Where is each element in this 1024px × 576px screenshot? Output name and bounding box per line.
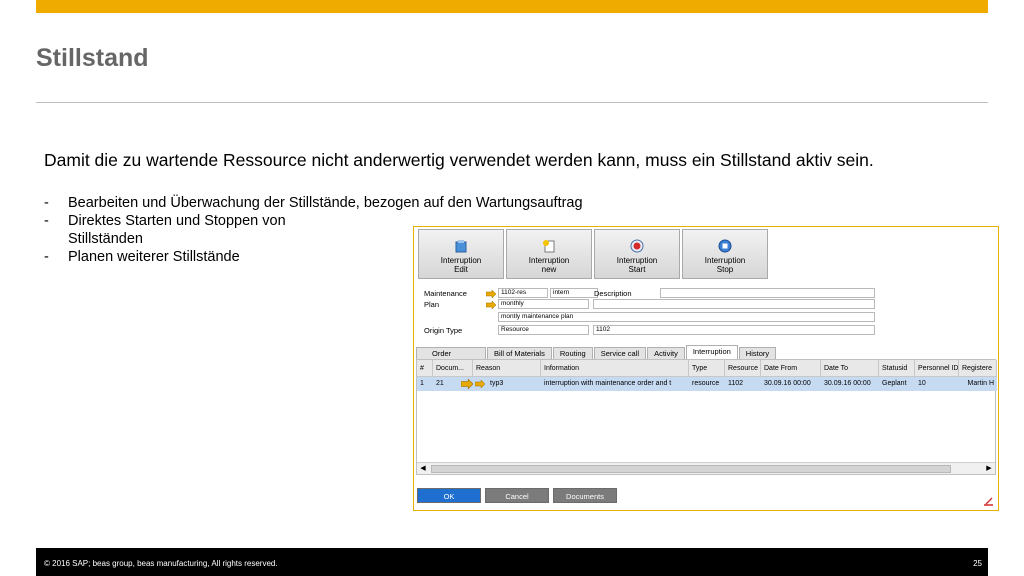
interruption-edit-button[interactable]: Interruption Edit — [418, 229, 504, 279]
scrollbar-thumb[interactable] — [431, 465, 951, 473]
dialog-buttons: OK Cancel Documents — [417, 488, 617, 503]
interruption-new-button[interactable]: Interruption new — [506, 229, 592, 279]
description-label: Description — [594, 289, 632, 298]
plan-extra-field[interactable] — [593, 299, 875, 309]
plan-field[interactable]: monthly — [498, 299, 589, 309]
cancel-button[interactable]: Cancel — [485, 488, 549, 503]
bullet-marker: - — [44, 249, 49, 265]
toolbar: Interruption Edit Interruption new Inter… — [418, 229, 768, 279]
slide-title: Stillstand — [36, 44, 149, 72]
resize-mark-icon — [984, 497, 993, 506]
page-number: 25 — [973, 559, 982, 568]
tab-activity[interactable]: Activity — [647, 347, 685, 359]
link-arrow-icon[interactable] — [461, 379, 473, 389]
interruption-start-button[interactable]: Interruption Start — [594, 229, 680, 279]
bullet-marker: - — [44, 195, 49, 211]
button-label: Interruption — [440, 256, 482, 265]
button-label: Interruption — [528, 256, 570, 265]
bullet-marker: - — [44, 213, 49, 229]
column-header[interactable]: Personnel ID — [915, 360, 959, 377]
top-accent-bar — [36, 0, 988, 13]
grid-cell: 30.09.16 00:00 — [764, 380, 811, 387]
scroll-left-icon[interactable]: ◀ — [418, 464, 428, 474]
interruption-stop-button[interactable]: Interruption Stop — [682, 229, 768, 279]
record-start-icon — [630, 239, 644, 253]
plan-label: Plan — [424, 300, 440, 309]
edit-doc-icon — [454, 239, 468, 253]
link-arrow-icon[interactable] — [486, 301, 496, 309]
grid-cell: interruption with maintenance order and … — [544, 380, 672, 387]
grid-cell: 10 — [918, 380, 926, 387]
plan-description-field[interactable]: montly maintenance plan — [498, 312, 875, 322]
maintenance-label: Maintenance — [424, 289, 467, 298]
stop-icon — [718, 239, 732, 253]
bullet-text: Direktes Starten und Stoppen von Stillst… — [68, 213, 286, 247]
button-label: Edit — [454, 265, 468, 274]
origin-type-field[interactable]: Resource — [498, 325, 589, 335]
description-field[interactable] — [660, 288, 875, 298]
copyright-text: © 2016 SAP; beas group, beas manufacturi… — [44, 559, 278, 568]
column-header[interactable]: # — [417, 360, 433, 377]
button-label: Start — [628, 265, 646, 274]
link-arrow-icon[interactable] — [475, 379, 485, 389]
interruption-window: Interruption Edit Interruption new Inter… — [413, 226, 999, 511]
button-label: new — [541, 265, 557, 274]
grid-cell: Martin H — [967, 380, 994, 387]
ok-button[interactable]: OK — [417, 488, 481, 503]
tab-bill-of-materials[interactable]: Bill of Materials — [487, 347, 552, 359]
interruption-grid: # Docum... Reason Information Type Resou… — [416, 359, 997, 475]
tab-interruption[interactable]: Interruption — [685, 345, 738, 359]
documents-button[interactable]: Documents — [553, 488, 617, 503]
column-header[interactable]: Statusid — [879, 360, 915, 377]
tab-order[interactable]: Order — [416, 347, 486, 359]
title-divider — [36, 102, 988, 103]
button-label: Interruption — [704, 256, 746, 265]
bullet-text: Bearbeiten und Überwachung der Stillstän… — [68, 195, 583, 211]
tab-strip: Order Bill of Materials Routing Service … — [416, 345, 996, 359]
button-label: Stop — [716, 265, 734, 274]
grid-cell: 30.09.16 00:00 — [824, 380, 871, 387]
origin-code-field[interactable]: 1102 — [593, 325, 875, 335]
bullet-item: - Bearbeiten und Überwachung der Stillst… — [44, 194, 668, 212]
column-header[interactable]: Type — [689, 360, 725, 377]
new-doc-icon — [542, 239, 556, 253]
column-header[interactable]: Docum... — [433, 360, 473, 377]
grid-cell: Geplant — [882, 380, 907, 387]
grid-cell: 21 — [436, 380, 444, 387]
maintenance-type-field[interactable]: intern — [550, 288, 598, 298]
maintenance-field[interactable]: 1102-res — [498, 288, 548, 298]
table-row[interactable]: 1 21 typ3 interruption with maintenance … — [417, 377, 997, 391]
grid-cell: 1102 — [728, 380, 744, 387]
column-header[interactable]: Resource — [725, 360, 761, 377]
column-header[interactable]: Registere — [959, 360, 997, 377]
intro-text: Damit die zu wartende Ressource nicht an… — [44, 150, 874, 170]
bullet-text: Planen weiterer Stillstände — [68, 249, 240, 265]
grid-cell: resource — [692, 380, 720, 387]
column-header[interactable]: Date From — [761, 360, 821, 377]
button-label: Interruption — [616, 256, 658, 265]
column-header[interactable]: Information — [541, 360, 689, 377]
tab-history[interactable]: History — [738, 347, 777, 359]
grid-header: # Docum... Reason Information Type Resou… — [417, 360, 997, 377]
footer: © 2016 SAP; beas group, beas manufacturi… — [36, 548, 988, 576]
column-header[interactable]: Reason — [473, 360, 541, 377]
grid-cell: typ3 — [490, 380, 504, 387]
horizontal-scrollbar[interactable]: ◀ ▶ — [417, 462, 995, 474]
scroll-right-icon[interactable]: ▶ — [984, 464, 994, 474]
grid-cell: 1 — [420, 380, 424, 387]
origin-type-label: Origin Type — [424, 326, 463, 335]
tab-routing[interactable]: Routing — [552, 347, 593, 359]
column-header[interactable]: Date To — [821, 360, 879, 377]
link-arrow-icon[interactable] — [486, 290, 496, 298]
header-form: Maintenance 1102-res intern Description … — [414, 283, 998, 341]
tab-service-call[interactable]: Service call — [593, 347, 647, 359]
